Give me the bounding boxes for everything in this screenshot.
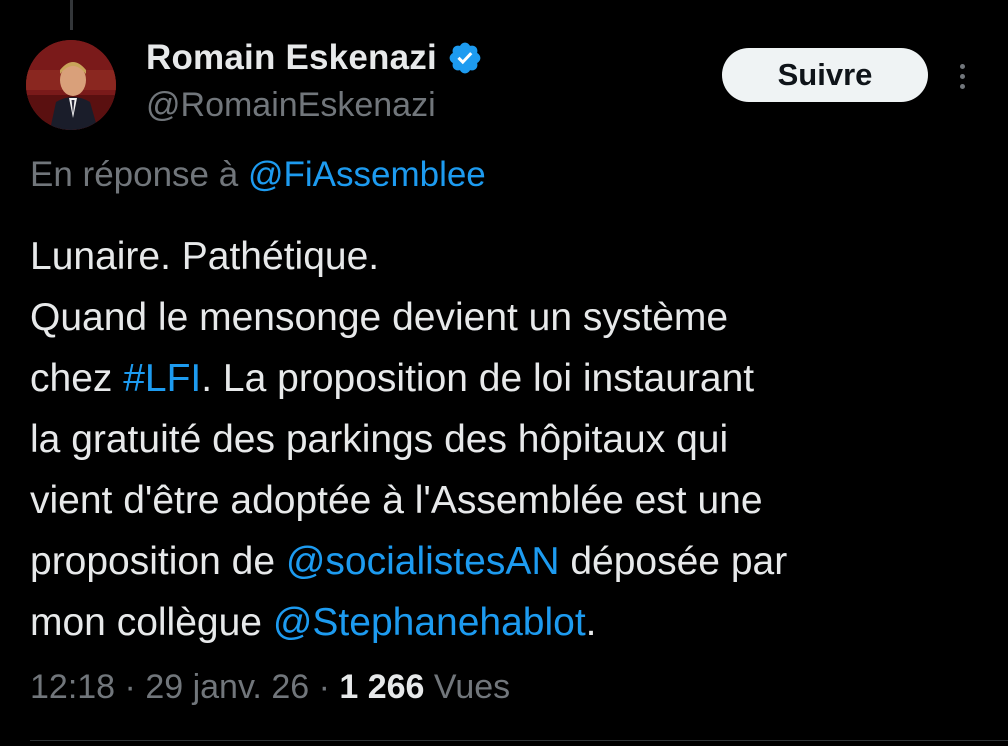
tweet-text-segment: Quand le mensonge devient un système — [30, 296, 729, 339]
author-name-row: Romain Eskenazi — [146, 38, 483, 78]
author-avatar[interactable] — [26, 40, 116, 130]
author-display-name[interactable]: Romain Eskenazi — [146, 38, 437, 78]
hashtag-link[interactable]: #LFI — [123, 357, 201, 400]
tweet-body: Lunaire. Pathétique. Quand le mensonge de… — [30, 226, 990, 653]
tweet-text-line: la gratuité des parkings des hôpitaux qu… — [30, 409, 990, 470]
mention-link[interactable]: @Stephanehablot — [273, 601, 586, 644]
views-count: 1 266 — [339, 668, 425, 706]
tweet-text-line: Quand le mensonge devient un système — [30, 287, 990, 348]
tweet-text-segment: . — [585, 601, 597, 644]
tweet-text-line: Lunaire. Pathétique. — [30, 226, 990, 287]
verified-badge-icon[interactable] — [447, 40, 483, 76]
thread-connector-line — [70, 0, 73, 30]
tweet-text-segment: chez — [30, 357, 124, 400]
tweet-text-line: mon collègue @Stephanehablot. — [30, 592, 990, 653]
tweet-text-segment: déposée par — [559, 540, 788, 583]
tweet-text-line: proposition de @socialistesAN déposée pa… — [30, 531, 990, 592]
tweet-time[interactable]: 12:18 — [30, 668, 115, 706]
tweet-metadata: 12:18 · 29 janv. 26 · 1 266 Vues — [30, 668, 510, 707]
follow-button[interactable]: Suivre — [722, 48, 928, 102]
meta-separator: · — [115, 668, 146, 706]
bottom-divider — [30, 740, 1008, 741]
reply-context: En réponse à @FiAssemblee — [30, 155, 486, 195]
tweet-text-line: chez #LFI. La proposition de loi instaur… — [30, 348, 990, 409]
tweet-text-segment: la gratuité des parkings des hôpitaux qu… — [30, 418, 729, 461]
tweet-text-segment: vient d'être adoptée à l'Assemblée est u… — [30, 479, 763, 522]
reply-prefix: En réponse à — [30, 155, 239, 194]
meta-separator: · — [309, 668, 340, 706]
tweet-text-segment: mon collègue — [30, 601, 273, 644]
tweet-text-segment: Lunaire. Pathétique. — [30, 235, 380, 278]
author-handle[interactable]: @RomainEskenazi — [146, 86, 436, 125]
tweet-text-line: vient d'être adoptée à l'Assemblée est u… — [30, 470, 990, 531]
tweet-text-segment: . La proposition de loi instaurant — [201, 357, 755, 400]
tweet-date[interactable]: 29 janv. 26 — [145, 668, 309, 706]
tweet-text-segment: proposition de — [30, 540, 286, 583]
more-options-icon[interactable] — [950, 58, 974, 94]
avatar-photo-icon — [26, 40, 116, 130]
reply-mention-link[interactable]: @FiAssemblee — [248, 155, 486, 194]
views-label: Vues — [433, 668, 511, 706]
mention-link[interactable]: @socialistesAN — [286, 540, 560, 583]
